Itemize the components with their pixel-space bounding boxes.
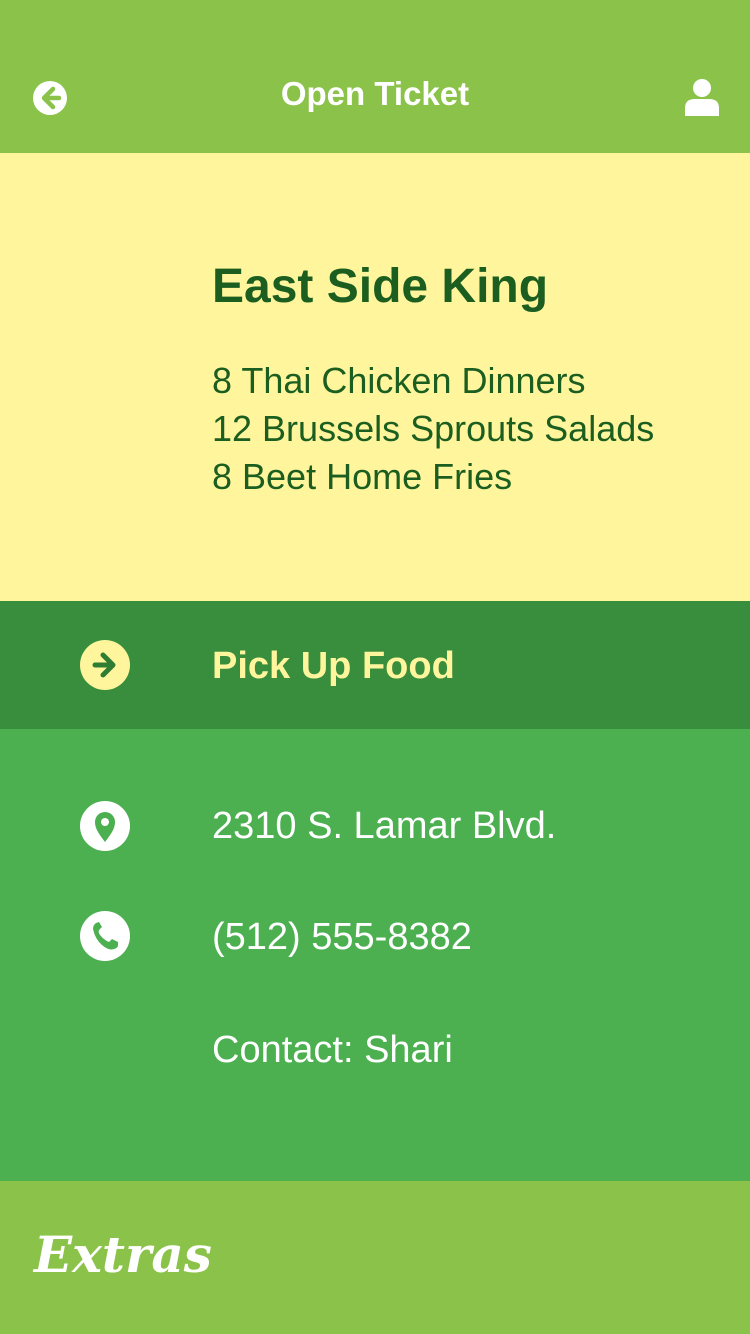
- details-section: 2310 S. Lamar Blvd. (512) 555-8382 Conta…: [0, 729, 750, 1181]
- phone-link[interactable]: (512) 555-8382: [212, 913, 472, 961]
- order-section: East Side King 8 Thai Chicken Dinners 12…: [0, 153, 750, 601]
- order-item: 8 Beet Home Fries: [212, 456, 513, 497]
- user-profile-button[interactable]: [684, 78, 720, 116]
- header-bar: Open Ticket: [0, 0, 750, 153]
- phone-icon: [80, 911, 130, 961]
- map-pin-icon: [80, 801, 130, 851]
- arrow-right-circle-icon: [80, 640, 130, 690]
- order-item: 8 Thai Chicken Dinners: [212, 360, 586, 401]
- page-title: Open Ticket: [280, 75, 470, 112]
- restaurant-name: East Side King: [212, 260, 549, 313]
- app-screen: Open Ticket East Side King 8 Thai Chicke…: [0, 0, 750, 1334]
- extras-button[interactable]: Extras: [34, 1220, 212, 1290]
- order-items-list: 8 Thai Chicken Dinners 12 Brussels Sprou…: [212, 357, 654, 501]
- pick-up-food-button[interactable]: Pick Up Food: [0, 601, 750, 729]
- user-icon: [685, 79, 719, 116]
- address-link[interactable]: 2310 S. Lamar Blvd.: [212, 802, 556, 850]
- order-item: 12 Brussels Sprouts Salads: [212, 408, 655, 449]
- contact-name: Contact: Shari: [212, 1029, 453, 1071]
- pick-up-food-label: Pick Up Food: [212, 645, 455, 687]
